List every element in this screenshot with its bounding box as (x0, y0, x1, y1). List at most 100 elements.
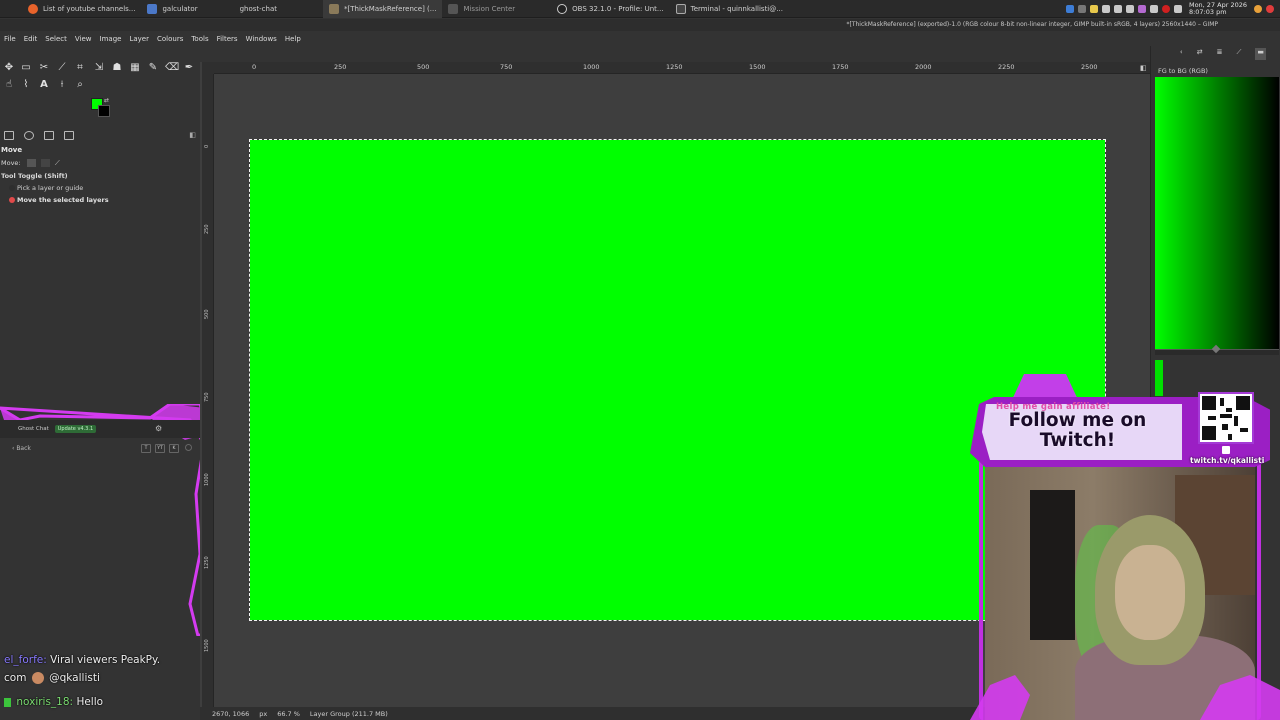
banner-line-1: Follow me on (1008, 410, 1147, 431)
zoom-tool-icon[interactable]: ⌕ (74, 79, 86, 91)
crop-tool-icon[interactable]: ⌗ (74, 62, 86, 74)
color-picker-icon[interactable]: ⟊ (56, 79, 68, 91)
layers-tab-icon[interactable]: ≣ (1217, 48, 1223, 60)
horizontal-ruler[interactable]: 0 250 500 750 1000 1250 1500 1750 2000 2… (214, 62, 1150, 74)
network-icon[interactable] (1101, 5, 1110, 13)
ruler-label: 2000 (915, 63, 932, 71)
microphone-icon[interactable] (1161, 5, 1170, 13)
eraser-icon[interactable]: ⌫ (165, 62, 179, 74)
bluetooth-icon[interactable] (1113, 5, 1122, 13)
radio-move-selected[interactable] (9, 197, 15, 203)
paths-tool-icon[interactable]: ⌇ (20, 79, 32, 91)
notes-icon[interactable] (1065, 5, 1074, 13)
menu-view[interactable]: View (71, 35, 96, 43)
speaker-icon[interactable] (1173, 5, 1182, 13)
chat-text: Hello (76, 696, 104, 708)
option-pick-layer[interactable]: Pick a layer or guide (17, 184, 83, 192)
clock[interactable]: Mon, 27 Apr 2026 8:07:03 pm (1189, 2, 1247, 16)
ruler-label: 2500 (1081, 63, 1098, 71)
kick-platform-button[interactable]: K (169, 444, 179, 453)
move-tool-icon[interactable]: ✥ (3, 62, 15, 74)
chat-text: Viral viewers PeakPy. (50, 654, 161, 666)
menu-edit[interactable]: Edit (20, 35, 42, 43)
gradient-preview[interactable] (1155, 77, 1279, 349)
ink-tool-icon[interactable]: ✒ (183, 62, 195, 74)
rect-select-icon[interactable]: ▭ (20, 62, 32, 74)
menu-windows[interactable]: Windows (242, 35, 281, 43)
brushes-tab-icon[interactable]: ⇄ (1197, 48, 1203, 60)
chat-user: com (4, 672, 27, 684)
task-terminal[interactable]: Terminal - quinnkallisti@... (670, 0, 789, 18)
undo-history-tab[interactable] (44, 130, 54, 140)
update-badge[interactable]: Update v4.3.1 (54, 425, 97, 433)
firefox-icon (28, 3, 38, 14)
move-layer-mode-icon[interactable] (26, 159, 36, 167)
option-move-selected[interactable]: Move the selected layers (17, 196, 109, 204)
swap-colors-icon[interactable]: ⇄ (104, 97, 109, 104)
menu-tools[interactable]: Tools (187, 35, 212, 43)
gradient-list-swatch[interactable] (1155, 360, 1163, 396)
folder-icon[interactable] (1089, 5, 1098, 13)
gradient-name: FG to BG (RGB) (1158, 67, 1208, 75)
images-tab[interactable] (64, 130, 74, 140)
free-select-icon[interactable]: ✂ (38, 62, 50, 74)
twitch-platform-button[interactable]: T (141, 444, 151, 453)
dock-back-icon[interactable]: ‹ (1180, 48, 1183, 60)
task-obs[interactable]: OBS 32.1.0 - Profile: Unt... (551, 0, 669, 18)
zoom-selector[interactable]: 66.7 % (277, 710, 300, 718)
ghost-chat-title: Ghost Chat (18, 426, 49, 432)
screenshot-icon[interactable] (1077, 5, 1086, 13)
gradients-tab-icon[interactable]: ▬ (1255, 48, 1266, 60)
perspective-tool-icon[interactable]: ▦ (129, 62, 141, 74)
ruler-label: 1250 (666, 63, 683, 71)
ruler-label: 0 (252, 63, 257, 71)
task-label: List of youtube channels... (43, 4, 136, 13)
quick-mask-icon[interactable]: ◧ (1140, 64, 1148, 72)
terminal-icon (675, 3, 686, 14)
back-button[interactable]: ‹ Back (12, 445, 31, 452)
task-browser[interactable]: List of youtube channels... (22, 0, 141, 18)
unit-selector[interactable]: px (259, 710, 267, 718)
menu-filters[interactable]: Filters (213, 35, 242, 43)
transform-tool-icon[interactable]: ⇲ (93, 62, 105, 74)
task-mission-center[interactable]: Mission Center (442, 0, 521, 18)
move-selection-mode-icon[interactable] (40, 159, 50, 167)
task-label: galculator (162, 4, 198, 13)
image-canvas[interactable] (249, 139, 1106, 621)
menu-help[interactable]: Help (281, 35, 305, 43)
move-path-mode-icon[interactable]: ⟋ (55, 159, 64, 167)
display-icon[interactable] (1125, 5, 1134, 13)
menu-layer[interactable]: Layer (125, 35, 153, 43)
menu-file[interactable]: File (0, 35, 20, 43)
user-icon[interactable] (1254, 5, 1262, 13)
chat-message: com @qkallisti (4, 672, 100, 684)
ruler-corner[interactable] (202, 62, 214, 74)
task-ghost-chat[interactable]: ghost-chat (234, 0, 283, 18)
ruler-label: 750 (500, 63, 513, 71)
task-label: *[ThickMaskReference] (... (344, 4, 437, 13)
vertical-ruler[interactable]: 0 250 500 750 1000 1250 1500 (202, 74, 214, 707)
background-color[interactable] (98, 105, 110, 117)
settings-gear-icon[interactable]: ⚙ (155, 424, 162, 433)
ghost-toggle-icon[interactable] (185, 444, 192, 451)
menu-image[interactable]: Image (96, 35, 126, 43)
device-status-tab[interactable] (24, 130, 34, 140)
panel-menu-icon[interactable]: ◧ (189, 131, 196, 139)
ruler-label: 500 (204, 309, 210, 319)
volume-icon[interactable] (1149, 5, 1158, 13)
task-gimp[interactable]: *[ThickMaskReference] (... (323, 0, 443, 18)
color-icon[interactable] (1137, 5, 1146, 13)
text-tool-icon[interactable]: A (38, 79, 50, 91)
radio-pick-layer[interactable] (9, 185, 15, 191)
tool-options-tab[interactable] (4, 130, 14, 140)
power-icon[interactable] (1266, 5, 1274, 13)
fuzzy-select-icon[interactable]: ⟋ (56, 62, 68, 74)
paths-tab-icon[interactable]: ⟋ (1236, 48, 1241, 60)
paintbrush-icon[interactable]: ✎ (147, 62, 159, 74)
warp-tool-icon[interactable]: ☗ (111, 62, 123, 74)
menu-colours[interactable]: Colours (153, 35, 187, 43)
youtube-platform-button[interactable]: YT (155, 444, 165, 453)
task-galculator[interactable]: galculator (141, 0, 203, 18)
smudge-tool-icon[interactable]: ☝ (3, 79, 15, 91)
menu-select[interactable]: Select (41, 35, 71, 43)
